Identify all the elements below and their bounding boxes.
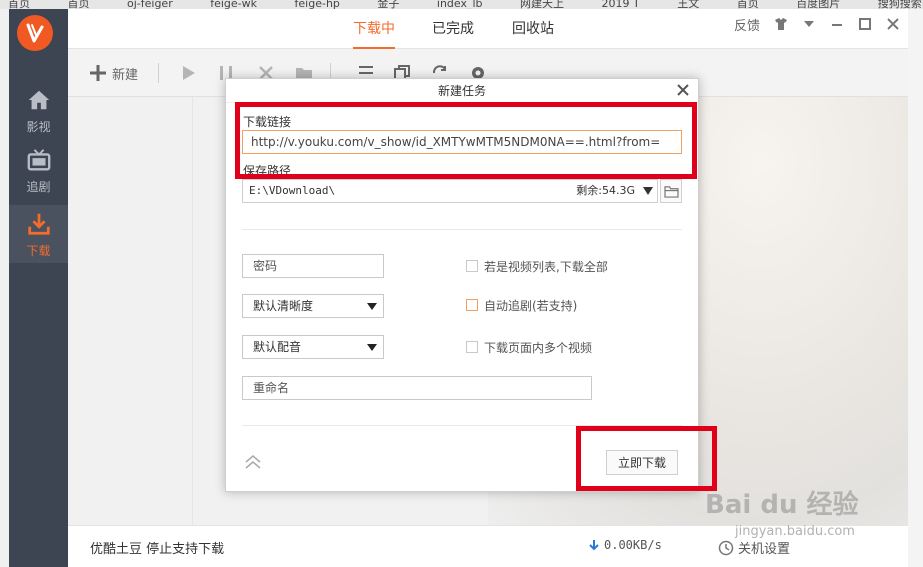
sidebar-item-label: 影视 (26, 119, 51, 134)
save-path-select[interactable]: E:\VDownload\ 剩余:54.3G (242, 179, 658, 203)
download-speed: 0.00KB/s (588, 538, 662, 552)
checkbox-label: 下载页面内多个视频 (484, 340, 593, 355)
checkbox-label: 若是视频列表,下载全部 (484, 259, 608, 274)
bookmark[interactable]: feige-wk (202, 0, 257, 9)
quality-select[interactable]: 默认清晰度 (242, 294, 384, 318)
start-button[interactable] (178, 61, 198, 85)
section-divider (242, 425, 682, 426)
bookmark[interactable]: 首页 (60, 0, 90, 9)
new-task-label: 新建 (112, 67, 139, 83)
window-controls: 反馈 (734, 9, 900, 39)
download-now-button[interactable]: 立即下载 (606, 450, 678, 475)
browser-bookmark-bar: 首页 首页 oj-feiger feige-wk feige-hp 金子 ind… (0, 0, 923, 9)
top-bar: 下载中 已完成 回收站 反馈 (68, 9, 908, 49)
bookmark[interactable]: 首页 (0, 0, 30, 9)
column-divider (192, 97, 193, 525)
folder-icon (663, 185, 679, 198)
collapse-up-icon[interactable] (244, 453, 262, 471)
chevron-down-icon (367, 303, 377, 310)
download-url-input[interactable]: http://v.youku.com/v_show/id_XMTYwMTM5ND… (242, 130, 682, 154)
plus-icon (90, 65, 106, 81)
background-window-right (908, 9, 923, 567)
check-auto-follow[interactable]: 自动追剧(若支持) (466, 297, 577, 313)
sidebar-item-download[interactable]: 下载 (9, 205, 68, 263)
home-icon (25, 86, 53, 114)
dialog-title: 新建任务 (226, 79, 698, 103)
close-icon[interactable] (886, 17, 900, 31)
audio-select-value: 默认配音 (253, 340, 302, 354)
watermark-domain: jingyan.baidu.com (735, 524, 855, 539)
minimize-icon[interactable] (830, 17, 844, 31)
new-task-button[interactable]: 新建 (88, 61, 138, 85)
toolbar-divider (158, 63, 159, 83)
bookmark[interactable]: 首页 (729, 0, 759, 9)
arrow-down-icon (589, 540, 599, 551)
sidebar-item-label: 追剧 (26, 179, 51, 194)
shutdown-label: 关机设置 (738, 542, 791, 557)
baidu-watermark: Bai du 经验 jingyan.baidu.com (705, 480, 859, 540)
tv-icon (25, 146, 53, 174)
save-path-label: 保存路径 (243, 164, 292, 175)
checkbox[interactable] (466, 341, 478, 353)
status-message: 优酷土豆 停止支持下载 (90, 542, 225, 557)
new-task-dialog: 新建任务 下载链接 http://v.youku.com/v_show/id_X… (225, 78, 699, 492)
menu-dropdown-icon[interactable] (802, 17, 816, 31)
sidebar-item-movies[interactable]: 影视 (9, 81, 68, 139)
dialog-close-icon[interactable] (676, 83, 690, 97)
feedback-link[interactable]: 反馈 (734, 15, 760, 34)
check-download-all[interactable]: 若是视频列表,下载全部 (466, 258, 608, 274)
bookmark[interactable]: feige-hp (287, 0, 340, 9)
bookmark[interactable]: oj-feiger (119, 0, 173, 9)
speed-value: 0.00KB/s (604, 538, 662, 552)
sidebar-item-series[interactable]: 追剧 (9, 141, 68, 199)
play-icon (183, 66, 195, 80)
bookmark[interactable]: 2019 T (594, 0, 640, 9)
bookmark[interactable]: 金子 (369, 0, 399, 9)
background-window-left (0, 9, 9, 567)
tab-completed[interactable]: 已完成 (432, 9, 474, 49)
shutdown-settings-button[interactable]: 关机设置 (718, 538, 790, 557)
chevron-down-icon (643, 187, 653, 195)
clock-icon (718, 540, 734, 555)
browse-folder-button[interactable] (660, 179, 682, 203)
bookmark[interactable]: 网建天上 (512, 0, 564, 9)
sidebar-item-label: 下载 (26, 243, 51, 258)
tab-downloading[interactable]: 下载中 (353, 9, 395, 49)
maximize-icon[interactable] (858, 17, 872, 31)
sidebar: 影视 追剧 下载 (9, 9, 68, 567)
free-space: 剩余:54.3G (576, 184, 635, 197)
rename-input[interactable]: 重命名 (242, 376, 592, 400)
password-input[interactable]: 密码 (242, 254, 384, 278)
bookmark[interactable]: 搜狗搜索 (870, 0, 922, 9)
checkbox[interactable] (466, 299, 478, 311)
tab-recycle-bin[interactable]: 回收站 (512, 9, 554, 49)
save-path-value: E:\VDownload\ (249, 184, 336, 197)
quality-select-value: 默认清晰度 (253, 299, 314, 313)
chevron-down-icon (367, 344, 377, 351)
skin-icon[interactable] (774, 17, 788, 31)
download-icon (25, 210, 53, 238)
bookmark[interactable]: 百度图片 (788, 0, 840, 9)
check-multi-video[interactable]: 下载页面内多个视频 (466, 339, 592, 355)
checkbox-label: 自动追剧(若支持) (484, 298, 578, 313)
app-logo-icon (17, 15, 53, 51)
download-link-label: 下载链接 (243, 115, 292, 129)
section-divider (242, 229, 682, 230)
bookmark[interactable]: 王文 (669, 0, 699, 9)
checkbox[interactable] (466, 260, 478, 272)
bookmark[interactable]: index_lb (429, 0, 483, 9)
audio-select[interactable]: 默认配音 (242, 335, 384, 359)
watermark-brand: Bai du 经验 (705, 489, 859, 520)
